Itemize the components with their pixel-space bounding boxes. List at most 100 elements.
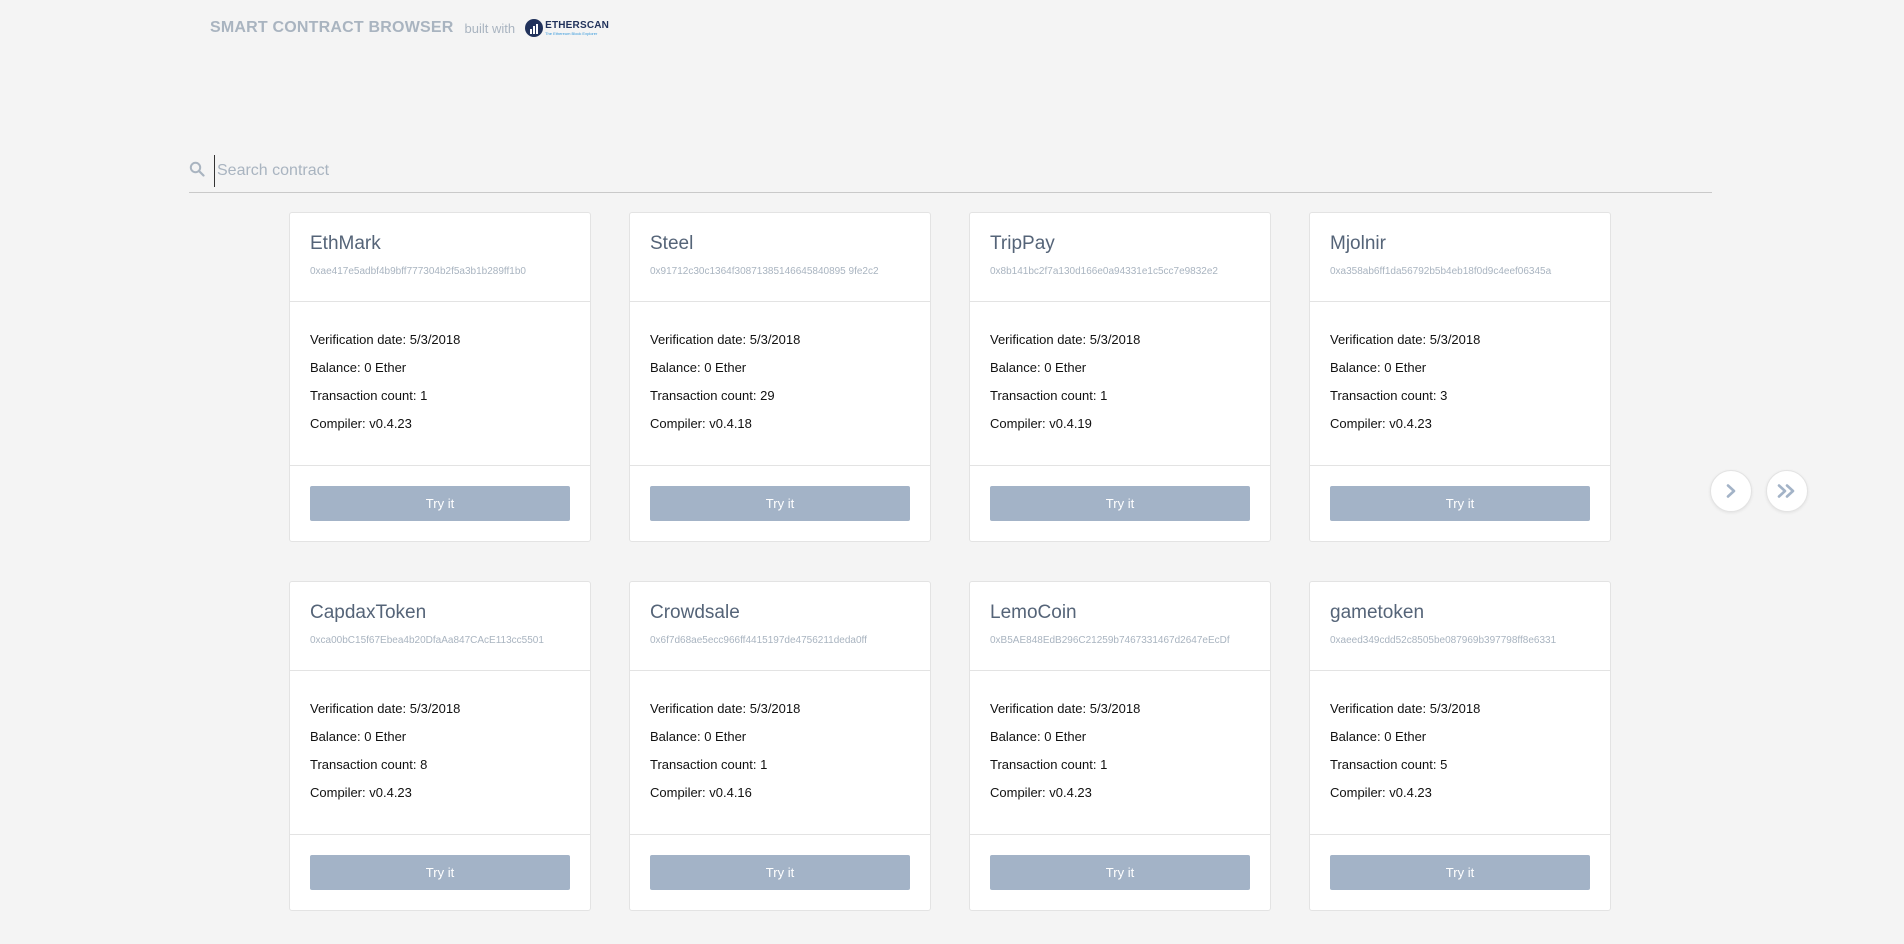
compiler-label: Compiler:	[1330, 785, 1386, 800]
contract-address[interactable]: 0xB5AE848EdB296C21259b7467331467d2647eEc…	[990, 635, 1250, 646]
verification-date-value: 5/3/2018	[409, 701, 461, 716]
balance-value: 0 Ether	[364, 360, 407, 375]
verification-date-row: Verification date: 5/3/2018	[310, 332, 570, 360]
balance-label: Balance:	[310, 729, 361, 744]
app-header: SMART CONTRACT BROWSER built with ETHERS…	[210, 16, 609, 40]
verification-date-row: Verification date: 5/3/2018	[650, 701, 910, 729]
try-it-button[interactable]: Try it	[310, 855, 570, 890]
verification-date-label: Verification date:	[650, 332, 747, 347]
contract-address[interactable]: 0xaeed349cdd52c8505be087969b397798ff8e63…	[1330, 635, 1590, 646]
balance-label: Balance:	[650, 729, 701, 744]
contract-grid: EthMark 0xae417e5adbf4b9bff777304b2f5a3b1…	[289, 212, 1612, 911]
card-header: Crowdsale 0x6f7d68ae5ecc966ff4415197de475…	[630, 582, 930, 671]
card-footer: Try it	[290, 835, 590, 910]
etherscan-logo[interactable]: ETHERSCAN The Ethereum Block Explorer	[525, 19, 609, 37]
verification-date-value: 5/3/2018	[409, 332, 461, 347]
compiler-row: Compiler: v0.4.23	[1330, 416, 1590, 444]
last-page-button[interactable]	[1766, 470, 1808, 512]
balance-label: Balance:	[990, 360, 1041, 375]
transaction-count-value: 5	[1440, 757, 1448, 772]
card-details: Verification date: 5/3/2018 Balance: 0 Et…	[290, 302, 590, 466]
try-it-button[interactable]: Try it	[990, 855, 1250, 890]
transaction-count-label: Transaction count:	[310, 757, 417, 772]
contract-name[interactable]: CapdaxToken	[310, 602, 570, 624]
card-footer: Try it	[970, 835, 1270, 910]
etherscan-logo-icon	[525, 19, 544, 37]
contract-card: Crowdsale 0x6f7d68ae5ecc966ff4415197de475…	[629, 581, 931, 911]
contract-name[interactable]: EthMark	[310, 233, 570, 255]
contract-address[interactable]: 0x91712c30c1364f30871385146645840895 9fe…	[650, 266, 910, 277]
try-it-button[interactable]: Try it	[1330, 855, 1590, 890]
verification-date-row: Verification date: 5/3/2018	[990, 332, 1250, 360]
compiler-value: v0.4.23	[1389, 416, 1432, 431]
compiler-label: Compiler:	[990, 785, 1046, 800]
compiler-value: v0.4.18	[709, 416, 752, 431]
transaction-count-value: 1	[420, 388, 428, 403]
transaction-count-value: 1	[760, 757, 768, 772]
card-header: TripPay 0x8b141bc2f7a130d166e0a94331e1c5c…	[970, 213, 1270, 302]
contract-address[interactable]: 0xae417e5adbf4b9bff777304b2f5a3b1b289ff1…	[310, 266, 570, 277]
contract-name[interactable]: Mjolnir	[1330, 233, 1590, 255]
card-header: Steel 0x91712c30c1364f3087138514664584089…	[630, 213, 930, 302]
contract-card: EthMark 0xae417e5adbf4b9bff777304b2f5a3b1…	[289, 212, 591, 542]
search-input[interactable]	[214, 155, 1697, 187]
contract-name[interactable]: Crowdsale	[650, 602, 910, 624]
verification-date-row: Verification date: 5/3/2018	[1330, 332, 1590, 360]
verification-date-value: 5/3/2018	[1089, 701, 1141, 716]
contract-card: CapdaxToken 0xca00bC15f67Ebea4b20DfaAa847…	[289, 581, 591, 911]
card-header: Mjolnir 0xa358ab6ff1da56792b5b4eb18f0d9c4…	[1310, 213, 1610, 302]
contract-address[interactable]: 0x6f7d68ae5ecc966ff4415197de4756211deda0…	[650, 635, 910, 646]
card-footer: Try it	[630, 466, 930, 541]
balance-value: 0 Ether	[1044, 360, 1087, 375]
transaction-count-row: Transaction count: 1	[990, 388, 1250, 416]
compiler-row: Compiler: v0.4.19	[990, 416, 1250, 444]
compiler-value: v0.4.23	[1049, 785, 1092, 800]
card-header: CapdaxToken 0xca00bC15f67Ebea4b20DfaAa847…	[290, 582, 590, 671]
compiler-label: Compiler:	[650, 785, 706, 800]
verification-date-value: 5/3/2018	[1089, 332, 1141, 347]
balance-row: Balance: 0 Ether	[310, 729, 570, 757]
compiler-row: Compiler: v0.4.16	[650, 785, 910, 813]
contract-name[interactable]: Steel	[650, 233, 910, 255]
compiler-value: v0.4.16	[709, 785, 752, 800]
next-page-button[interactable]	[1710, 470, 1752, 512]
balance-value: 0 Ether	[704, 360, 747, 375]
contract-name[interactable]: LemoCoin	[990, 602, 1250, 624]
contract-address[interactable]: 0x8b141bc2f7a130d166e0a94331e1c5cc7e9832…	[990, 266, 1250, 277]
compiler-value: v0.4.23	[1389, 785, 1432, 800]
compiler-row: Compiler: v0.4.23	[990, 785, 1250, 813]
card-details: Verification date: 5/3/2018 Balance: 0 Et…	[1310, 302, 1610, 466]
try-it-button[interactable]: Try it	[650, 486, 910, 521]
card-details: Verification date: 5/3/2018 Balance: 0 Et…	[630, 302, 930, 466]
contract-name[interactable]: TripPay	[990, 233, 1250, 255]
verification-date-label: Verification date:	[310, 701, 407, 716]
balance-value: 0 Ether	[704, 729, 747, 744]
balance-row: Balance: 0 Ether	[990, 729, 1250, 757]
card-header: gametoken 0xaeed349cdd52c8505be087969b397…	[1310, 582, 1610, 671]
balance-row: Balance: 0 Ether	[310, 360, 570, 388]
built-with-label: built with	[464, 20, 516, 36]
balance-label: Balance:	[990, 729, 1041, 744]
card-details: Verification date: 5/3/2018 Balance: 0 Et…	[970, 302, 1270, 466]
app-title[interactable]: SMART CONTRACT BROWSER	[210, 19, 454, 37]
etherscan-logo-tagline: The Ethereum Block Explorer	[545, 30, 598, 36]
pagination	[1710, 470, 1808, 512]
contract-address[interactable]: 0xa358ab6ff1da56792b5b4eb18f0d9c4eef0634…	[1330, 266, 1590, 277]
try-it-button[interactable]: Try it	[310, 486, 570, 521]
transaction-count-row: Transaction count: 1	[310, 388, 570, 416]
chevron-right-icon	[1726, 484, 1736, 498]
contract-name[interactable]: gametoken	[1330, 602, 1590, 624]
transaction-count-label: Transaction count:	[990, 388, 1097, 403]
card-footer: Try it	[1310, 835, 1610, 910]
try-it-button[interactable]: Try it	[990, 486, 1250, 521]
verification-date-row: Verification date: 5/3/2018	[1330, 701, 1590, 729]
card-footer: Try it	[970, 466, 1270, 541]
verification-date-value: 5/3/2018	[1429, 332, 1481, 347]
contract-address[interactable]: 0xca00bC15f67Ebea4b20DfaAa847CAcE113cc55…	[310, 635, 570, 646]
try-it-button[interactable]: Try it	[1330, 486, 1590, 521]
balance-value: 0 Ether	[364, 729, 407, 744]
try-it-button[interactable]: Try it	[650, 855, 910, 890]
compiler-label: Compiler:	[990, 416, 1046, 431]
transaction-count-value: 8	[420, 757, 428, 772]
card-header: LemoCoin 0xB5AE848EdB296C21259b7467331467…	[970, 582, 1270, 671]
